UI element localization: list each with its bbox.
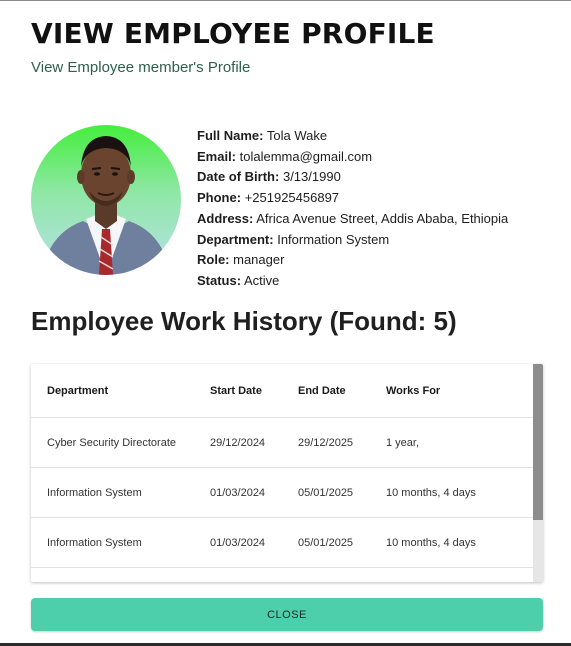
table-header-row: Department Start Date End Date Works For <box>31 364 533 418</box>
cell-end-date: 05/01/2025 <box>298 536 354 549</box>
cell-end-date: 05/01/2025 <box>298 486 354 499</box>
field-label: Department: <box>197 231 274 247</box>
table-row[interactable]: Information System 01/03/2024 05/01/2025… <box>31 468 533 518</box>
field-label: Full Name: <box>197 128 264 143</box>
field-label: Email: <box>197 148 237 164</box>
column-header-end-date[interactable]: End Date <box>298 364 346 417</box>
field-label: Status: <box>197 272 242 288</box>
page-subtitle: View Employee member's Profile <box>31 59 251 76</box>
full-name-row: Full Name: Tola Wake <box>197 126 508 147</box>
table-scrollbar-track[interactable] <box>533 364 543 582</box>
role-row: Role: manager <box>197 250 508 271</box>
employee-profile-dialog: VIEW EMPLOYEE PROFILE View Employee memb… <box>0 1 571 643</box>
phone-value: +251925456897 <box>244 190 340 206</box>
cell-start-date: 01/03/2024 <box>210 486 266 499</box>
phone-row: Phone: +251925456897 <box>197 188 508 209</box>
table-row[interactable]: Cyber Security Directorate 29/12/2024 29… <box>31 418 533 468</box>
address-row: Address: Africa Avenue Street, Addis Aba… <box>197 209 508 230</box>
cell-works-for: 10 months, 4 days <box>386 536 476 549</box>
table-scrollbar-thumb[interactable] <box>533 364 543 520</box>
field-label: Address: <box>197 210 254 226</box>
cell-works-for: 1 year, <box>386 436 420 449</box>
work-history-table: Department Start Date End Date Works For… <box>31 364 543 582</box>
cell-department: Cyber Security Directorate <box>47 436 176 449</box>
email-value: tolalemma@gmail.com <box>239 148 373 164</box>
address-value: Africa Avenue Street, Addis Ababa, Ethio… <box>256 210 509 226</box>
work-history-title: Employee Work History (Found: 5) <box>31 306 457 336</box>
full-name-value: Tola Wake <box>266 128 328 143</box>
cell-works-for: 10 months, 4 days <box>386 486 476 499</box>
field-label: Date of Birth: <box>197 169 280 185</box>
dob-row: Date of Birth: 3/13/1990 <box>197 167 508 188</box>
cell-department: Information System <box>47 486 142 499</box>
close-button[interactable]: CLOSE <box>31 598 543 631</box>
email-row: Email: tolalemma@gmail.com <box>197 147 508 168</box>
column-header-start-date[interactable]: Start Date <box>210 364 262 417</box>
role-value: manager <box>233 252 285 268</box>
avatar-photo <box>41 136 171 275</box>
table-row[interactable]: Information System 01/03/2024 05/01/2025… <box>31 518 533 568</box>
profile-details: Full Name: Tola Wake Email: tolalemma@gm… <box>197 126 508 292</box>
cell-start-date: 29/12/2024 <box>210 436 266 449</box>
cell-end-date: 29/12/2025 <box>298 436 354 449</box>
page-title: VIEW EMPLOYEE PROFILE <box>31 17 435 50</box>
column-header-department[interactable]: Department <box>47 364 108 417</box>
cell-start-date: 01/03/2024 <box>210 536 266 549</box>
dob-value: 3/13/1990 <box>282 169 341 185</box>
column-header-works-for[interactable]: Works For <box>386 364 440 417</box>
status-value: Active <box>243 272 280 288</box>
status-row: Status: Active <box>197 271 508 292</box>
avatar <box>31 125 181 275</box>
field-label: Role: <box>197 252 230 268</box>
field-label: Phone: <box>197 190 242 206</box>
department-value: Information System <box>277 231 390 247</box>
cell-department: Information System <box>47 536 142 549</box>
department-row: Department: Information System <box>197 230 508 251</box>
